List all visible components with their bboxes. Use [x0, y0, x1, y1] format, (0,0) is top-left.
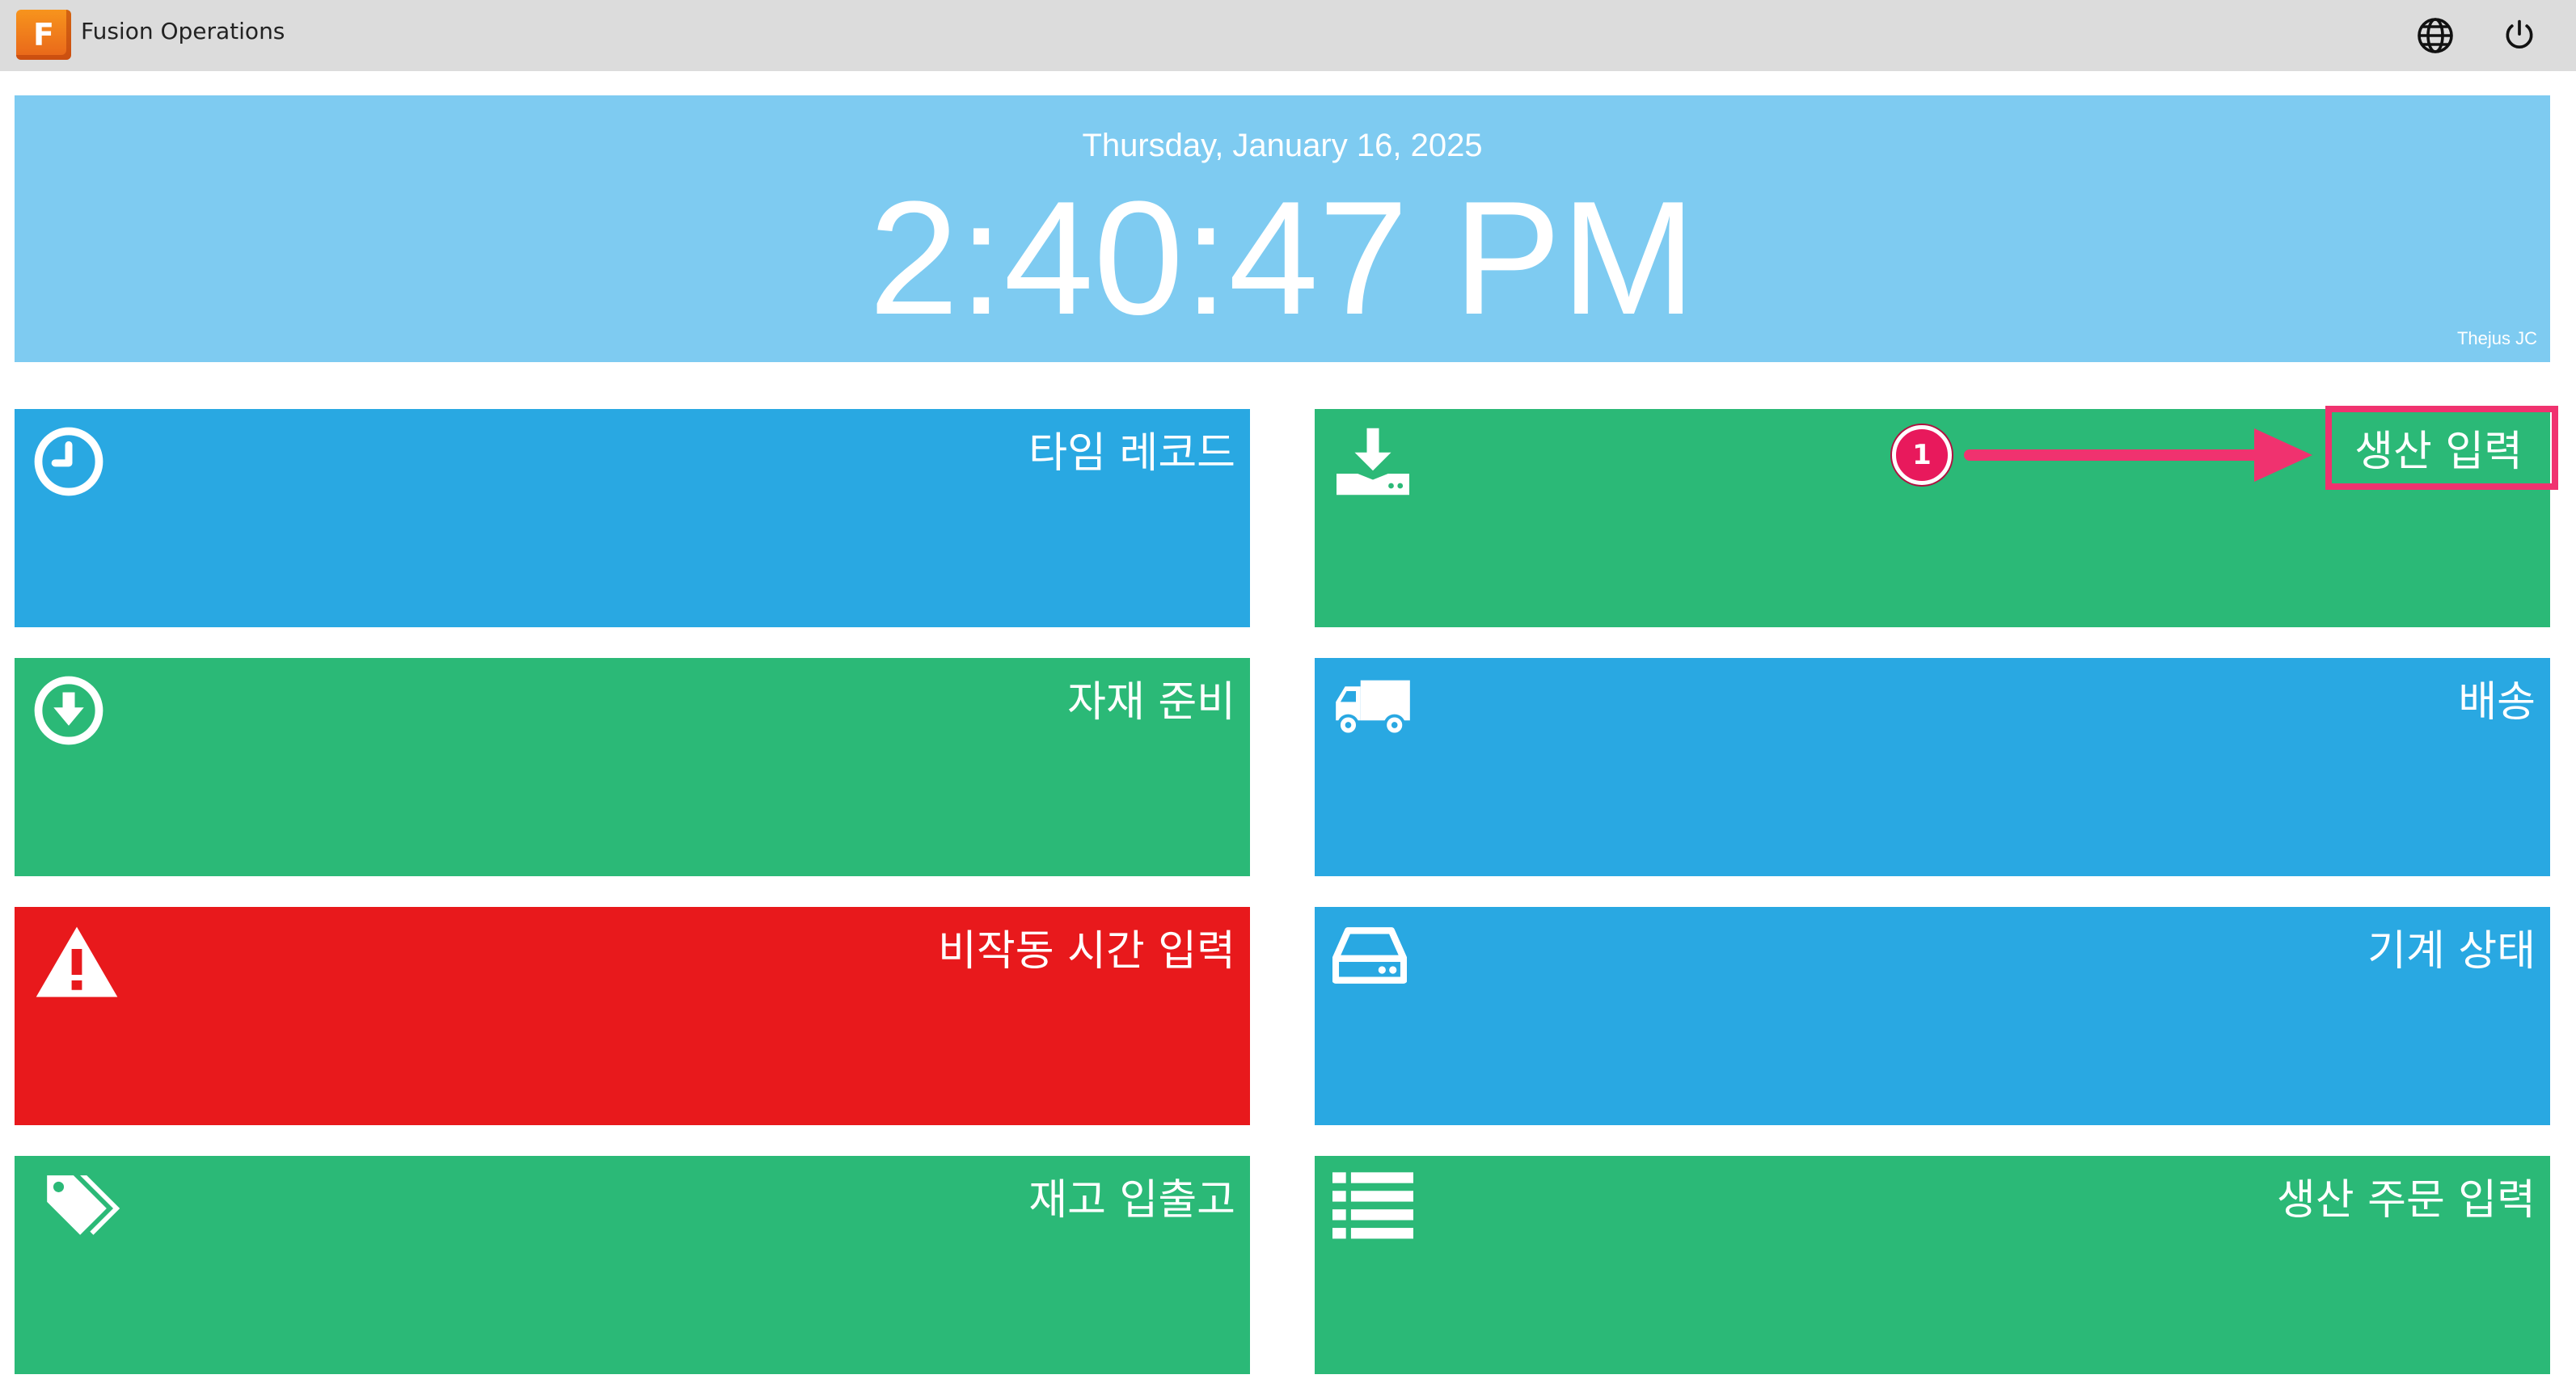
clock-icon: [32, 425, 113, 506]
tile-shipping[interactable]: 배송: [1315, 658, 2550, 876]
hard-drive-icon: [1332, 923, 1413, 1004]
clock-panel: Thursday, January 16, 2025 2:40:47 PM Th…: [15, 95, 2550, 362]
truck-icon: [1332, 674, 1413, 755]
clock-time: 2:40:47 PM: [868, 168, 1696, 348]
warning-icon: [32, 923, 118, 1004]
clock-user-name: Thejus JC: [2456, 328, 2537, 348]
tile-production-order-input[interactable]: 생산 주문 입력: [1315, 1156, 2550, 1374]
circle-arrow-down-icon: [32, 674, 113, 755]
tags-icon: [32, 1172, 120, 1253]
tile-label: 생산 주문 입력: [2276, 1176, 2536, 1225]
tile-inventory-in-out[interactable]: 재고 입출고: [15, 1156, 1250, 1374]
tile-label: 타임 레코드: [1028, 429, 1235, 478]
top-bar: F Fusion Operations: [0, 0, 2576, 71]
tile-time-record[interactable]: 타임 레코드: [15, 409, 1250, 627]
globe-icon[interactable]: [2414, 15, 2456, 57]
annotation-arrow-icon: [1963, 420, 2319, 493]
list-icon: [1332, 1172, 1413, 1253]
power-icon[interactable]: [2498, 15, 2540, 57]
app-title: Fusion Operations: [81, 18, 285, 44]
app-logo: F: [16, 10, 71, 60]
highlight-box: [2325, 406, 2558, 490]
tile-label: 배송: [2458, 678, 2536, 727]
tile-downtime-input[interactable]: 비작동 시간 입력: [15, 907, 1250, 1125]
tile-label: 재고 입출고: [1028, 1176, 1235, 1225]
tile-material-prep[interactable]: 자재 준비: [15, 658, 1250, 876]
tile-label: 기계 상태: [2367, 927, 2536, 976]
tile-label: 자재 준비: [1067, 678, 1235, 727]
clock-date: Thursday, January 16, 2025: [1082, 128, 1483, 163]
step-callout-badge: 1: [1892, 425, 1952, 485]
download-tray-icon: [1332, 425, 1413, 506]
tile-machine-status[interactable]: 기계 상태: [1315, 907, 2550, 1125]
tile-label: 비작동 시간 입력: [938, 927, 1235, 976]
